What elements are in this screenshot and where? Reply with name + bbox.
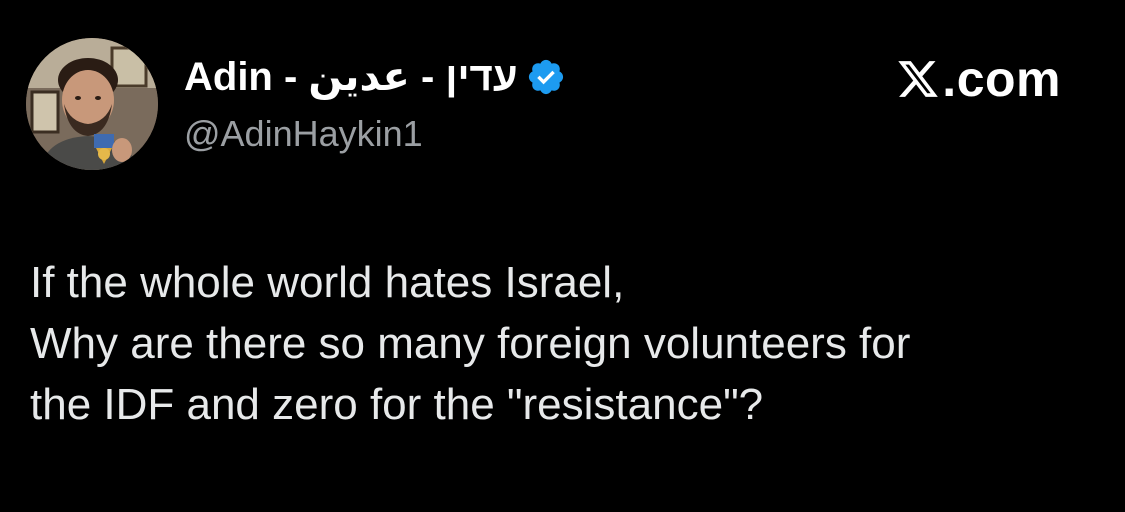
tweet-body: If the whole world hates Israel, Why are… xyxy=(30,252,1100,435)
tweet-line-1: If the whole world hates Israel, xyxy=(30,258,625,307)
display-name[interactable]: Adin - עדין - عدين xyxy=(184,52,518,102)
avatar-photo xyxy=(26,38,158,170)
author-name-row: Adin - עדין - عدين xyxy=(184,52,566,102)
brand-domain-text: .com xyxy=(942,51,1061,107)
author-handle[interactable]: @AdinHaykin1 xyxy=(184,112,423,156)
brand-watermark: .com xyxy=(896,52,1061,106)
avatar[interactable] xyxy=(26,38,158,170)
tweet-line-2: Why are there so many foreign volunteers… xyxy=(30,319,911,368)
x-logo-icon xyxy=(896,57,940,101)
verified-badge-icon xyxy=(526,57,566,97)
tweet-line-3: the IDF and zero for the "resistance"? xyxy=(30,380,764,429)
